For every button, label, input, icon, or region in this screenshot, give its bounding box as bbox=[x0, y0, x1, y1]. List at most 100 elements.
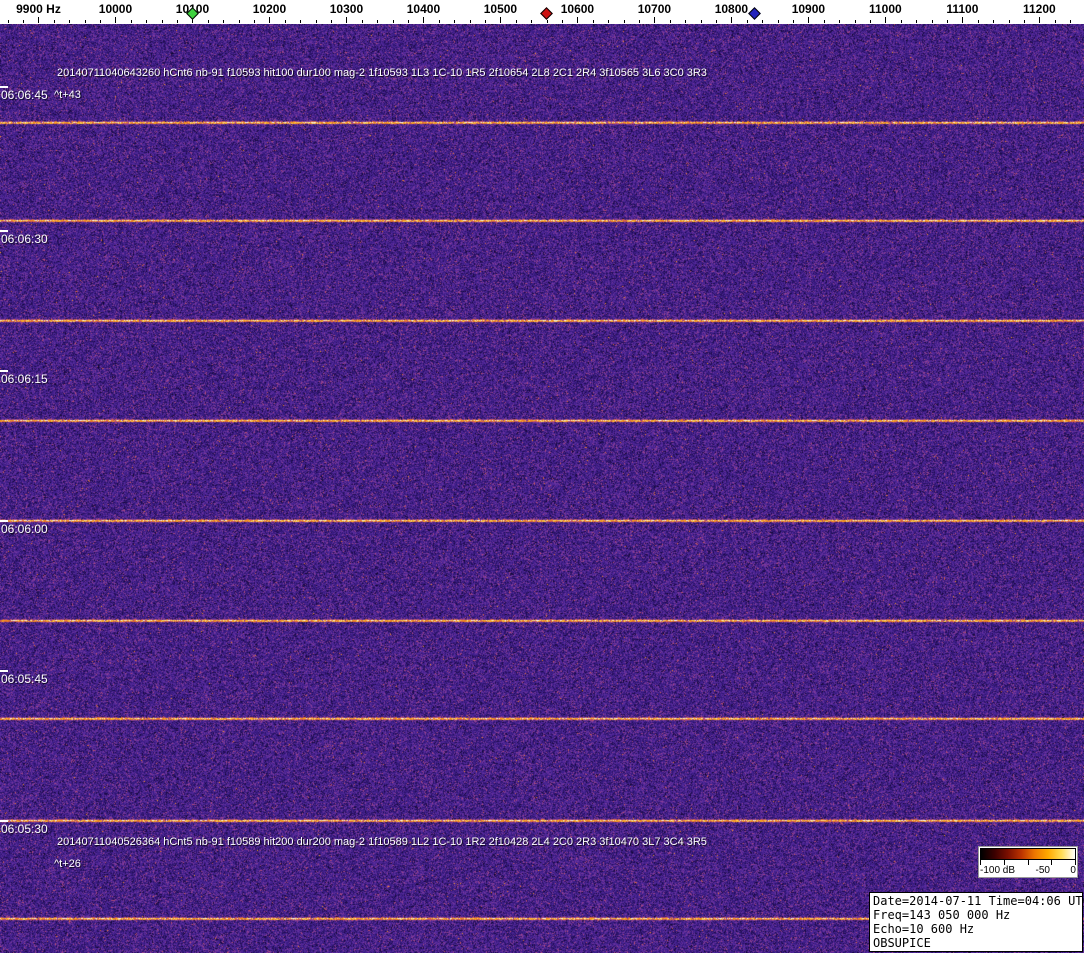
freq-minor-tick bbox=[823, 20, 825, 23]
freq-major-tick bbox=[962, 17, 964, 23]
freq-major-tick bbox=[423, 17, 425, 23]
freq-minor-tick bbox=[223, 20, 225, 23]
freq-minor-tick bbox=[700, 20, 702, 23]
freq-minor-tick bbox=[146, 20, 148, 23]
time-label: 06:06:00 bbox=[1, 522, 48, 536]
freq-major-tick bbox=[808, 17, 810, 23]
freq-tick-label: 10200 bbox=[252, 2, 287, 16]
colorbar-label-min: -100 dB bbox=[980, 865, 1016, 876]
freq-minor-tick bbox=[546, 20, 548, 23]
freq-major-tick bbox=[115, 17, 117, 23]
freq-major-tick bbox=[1039, 17, 1041, 23]
freq-minor-tick bbox=[531, 20, 533, 23]
freq-minor-tick bbox=[331, 20, 333, 23]
freq-minor-tick bbox=[869, 20, 871, 23]
freq-minor-tick bbox=[315, 20, 317, 23]
freq-minor-tick bbox=[777, 20, 779, 23]
freq-tick-label: 10400 bbox=[406, 2, 441, 16]
freq-minor-tick bbox=[931, 20, 933, 23]
freq-minor-tick bbox=[377, 20, 379, 23]
freq-minor-tick bbox=[100, 20, 102, 23]
freq-minor-tick bbox=[1023, 20, 1025, 23]
freq-minor-tick bbox=[592, 20, 594, 23]
freq-minor-tick bbox=[53, 20, 55, 23]
freq-minor-tick bbox=[7, 20, 9, 23]
freq-minor-tick bbox=[746, 20, 748, 23]
freq-minor-tick bbox=[254, 20, 256, 23]
freq-tick-label: 11200 bbox=[1022, 2, 1056, 16]
freq-major-tick bbox=[577, 17, 579, 23]
freq-minor-tick bbox=[408, 20, 410, 23]
freq-minor-tick bbox=[1070, 20, 1072, 23]
freq-major-tick bbox=[346, 17, 348, 23]
freq-minor-tick bbox=[1054, 20, 1056, 23]
freq-minor-tick bbox=[639, 20, 640, 23]
freq-minor-tick bbox=[392, 20, 394, 23]
freq-minor-tick bbox=[900, 20, 902, 23]
freq-tick-label: 10000 bbox=[98, 2, 133, 16]
freq-minor-tick bbox=[284, 20, 286, 23]
freq-tick-label: 10300 bbox=[329, 2, 364, 16]
freq-minor-tick bbox=[454, 20, 456, 23]
time-label: 06:06:45 bbox=[1, 88, 48, 102]
colorbar-label-max: 0 bbox=[1070, 865, 1076, 876]
freq-minor-tick bbox=[916, 20, 918, 23]
event-annotation: 20140711040643260 hCnt6 nb-91 f10593 hit… bbox=[57, 67, 707, 79]
colorbar-gradient bbox=[980, 848, 1076, 860]
event-annotation: 20140711040526364 hCnt5 nb-91 f10589 hit… bbox=[57, 836, 707, 848]
info-echo-frequency: Echo=10 600 Hz bbox=[873, 922, 975, 936]
freq-minor-tick bbox=[792, 20, 794, 23]
event-annotation-sub: ^t+43 bbox=[54, 89, 81, 101]
freq-tick-label: 10700 bbox=[637, 2, 672, 16]
freq-minor-tick bbox=[623, 20, 625, 23]
freq-minor-tick bbox=[685, 20, 687, 23]
freq-tick-label: 11000 bbox=[869, 2, 902, 16]
freq-major-tick bbox=[500, 17, 502, 23]
freq-minor-tick bbox=[993, 20, 995, 23]
freq-minor-tick bbox=[562, 20, 564, 23]
freq-major-tick bbox=[38, 17, 40, 23]
colorbar-label-mid: -50 bbox=[1035, 865, 1050, 876]
time-label: 06:06:30 bbox=[1, 232, 48, 246]
freq-minor-tick bbox=[669, 20, 671, 23]
freq-minor-tick bbox=[438, 20, 440, 23]
time-label: 06:06:15 bbox=[1, 372, 48, 386]
time-label: 06:05:30 bbox=[1, 822, 48, 836]
freq-minor-tick bbox=[1008, 20, 1010, 23]
freq-minor-tick bbox=[161, 20, 163, 23]
frequency-axis: 9900 Hz100001010010200103001040010500106… bbox=[0, 0, 1084, 24]
freq-tick-label: 9900 Hz bbox=[16, 2, 61, 16]
info-frequency: Freq=143 050 000 Hz bbox=[873, 908, 1011, 922]
status-info-box: Date=2014-07-11 Time=04:06 UTC Freq=143 … bbox=[869, 892, 1084, 952]
freq-minor-tick bbox=[69, 20, 71, 23]
colorbar-labels: -100 dB -50 0 bbox=[980, 865, 1076, 876]
freq-major-tick bbox=[885, 17, 887, 23]
freq-tick-label: 10600 bbox=[560, 2, 595, 16]
freq-minor-tick bbox=[977, 20, 979, 23]
freq-major-tick bbox=[269, 17, 271, 23]
freq-minor-tick bbox=[207, 20, 209, 23]
freq-minor-tick bbox=[762, 20, 764, 23]
freq-tick-label: 10800 bbox=[714, 2, 749, 16]
freq-minor-tick bbox=[130, 20, 132, 23]
info-date-time: Date=2014-07-11 Time=04:06 UTC bbox=[873, 894, 1084, 908]
freq-minor-tick bbox=[238, 20, 240, 23]
spectrogram-waterfall: 06:06:45 06:06:30 06:06:15 06:06:00 06:05:45… bbox=[0, 24, 1084, 953]
freq-tick-label: 10900 bbox=[791, 2, 826, 16]
freq-minor-tick bbox=[485, 20, 487, 23]
info-station-name: OBSUPICE bbox=[873, 936, 931, 950]
freq-tick-label: 10500 bbox=[483, 2, 518, 16]
time-label: 06:05:45 bbox=[1, 672, 48, 686]
event-annotation-sub: ^t+26 bbox=[54, 858, 81, 870]
freq-minor-tick bbox=[300, 20, 302, 23]
freq-minor-tick bbox=[715, 20, 717, 23]
blue-marker-diamond bbox=[748, 7, 761, 20]
freq-minor-tick bbox=[84, 20, 86, 23]
freq-minor-tick bbox=[469, 20, 471, 23]
freq-minor-tick bbox=[515, 20, 517, 23]
colorbar: -100 dB -50 0 bbox=[978, 846, 1078, 878]
freq-minor-tick bbox=[361, 20, 363, 23]
freq-tick-label: 11100 bbox=[946, 2, 979, 16]
freq-major-tick bbox=[654, 17, 656, 23]
freq-minor-tick bbox=[608, 20, 610, 23]
